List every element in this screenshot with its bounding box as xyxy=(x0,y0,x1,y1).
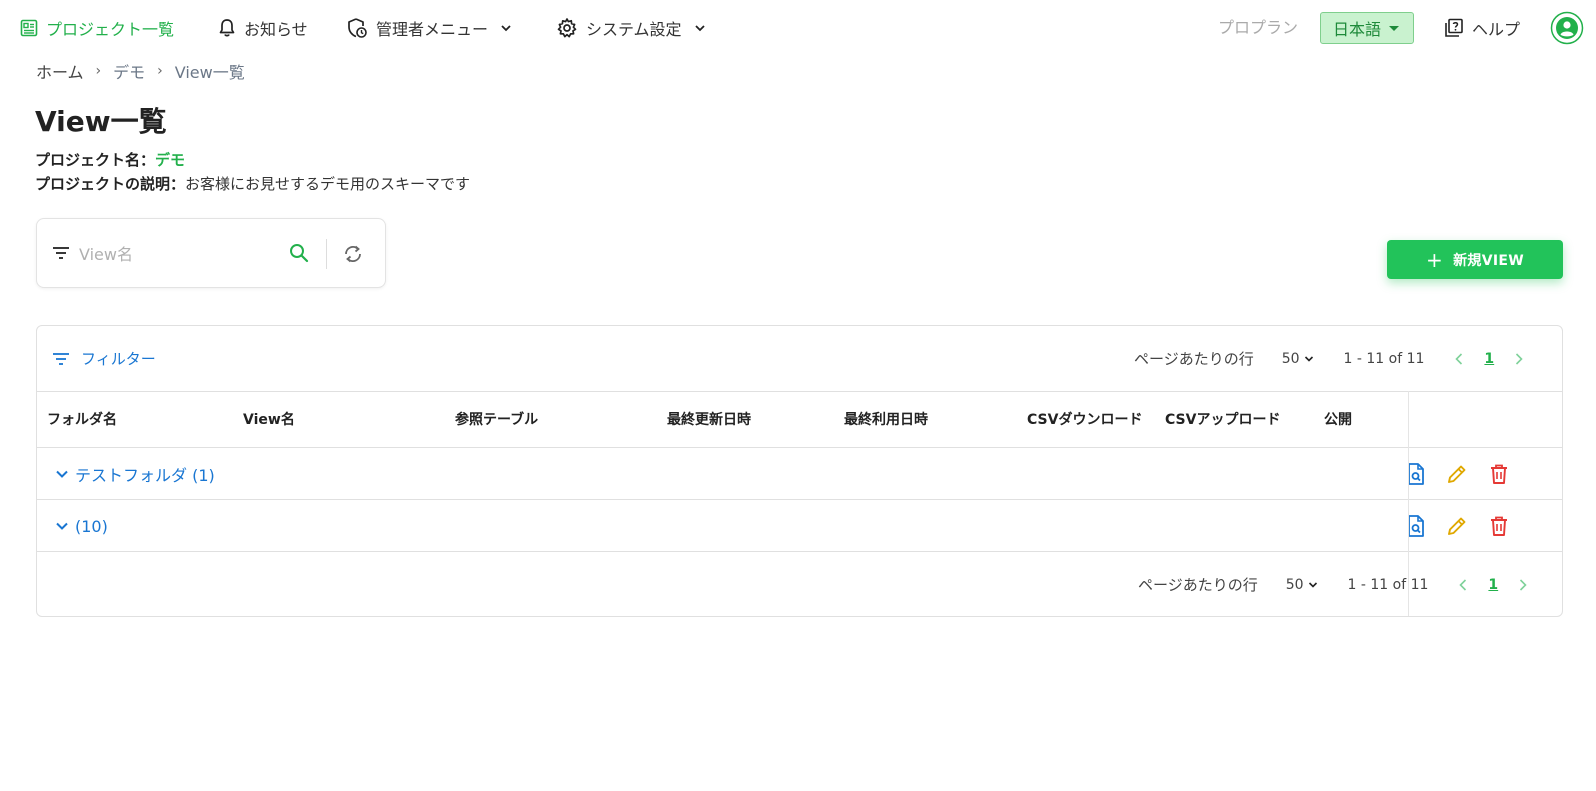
page-number-button[interactable]: 1 xyxy=(1488,577,1498,593)
rows-per-page-value: 50 xyxy=(1285,576,1304,593)
search-card xyxy=(36,218,386,288)
column-header-updated-at[interactable]: 最終更新日時 xyxy=(667,392,751,448)
project-name-label: プロジェクト名： xyxy=(35,151,156,169)
project-description-label: プロジェクトの説明： xyxy=(35,175,186,193)
plus-icon: + xyxy=(1426,247,1444,272)
column-header-last-used-at[interactable]: 最終利用日時 xyxy=(844,392,928,448)
chevron-left-icon[interactable] xyxy=(1454,352,1464,366)
table-group-row: テストフォルダ (1) xyxy=(37,448,1562,500)
chevron-down-icon xyxy=(694,25,705,32)
nav-projects-label: プロジェクト一覧 xyxy=(46,20,175,39)
project-description-value: お客様にお見せするデモ用のスキーマです xyxy=(185,175,471,193)
column-header-public[interactable]: 公開 xyxy=(1324,392,1352,448)
column-header-csv-download[interactable]: CSVダウンロード xyxy=(1027,392,1142,448)
nav-system-settings-label: システム設定 xyxy=(586,20,682,39)
pagination-top: ページあたりの行 50 1 - 11 of 11 1 xyxy=(1134,326,1524,391)
group-toggle[interactable]: テストフォルダ (1) xyxy=(55,448,215,500)
gear-icon xyxy=(557,18,577,38)
chevron-right-icon[interactable] xyxy=(1514,352,1524,366)
account-avatar-icon[interactable] xyxy=(1550,11,1584,45)
chevron-right-icon: › xyxy=(95,63,102,79)
nav-notifications-label: お知らせ xyxy=(244,20,308,39)
table-filter-label: フィルター xyxy=(81,350,156,368)
view-table: フィルター ページあたりの行 50 1 - 11 of 11 1 フォルダ名 V… xyxy=(36,325,1563,617)
group-label: (10) xyxy=(75,516,108,536)
help-book-icon xyxy=(1445,18,1463,37)
group-toggle[interactable]: (10) xyxy=(55,500,108,552)
rows-per-page-label: ページあたりの行 xyxy=(1134,350,1254,368)
nav-help-label: ヘルプ xyxy=(1472,20,1521,39)
filter-icon xyxy=(53,352,69,365)
delete-trash-icon[interactable] xyxy=(1487,462,1511,486)
page-number-button[interactable]: 1 xyxy=(1484,351,1494,367)
pagination-range: 1 - 11 of 11 xyxy=(1343,350,1425,367)
nav-admin-menu-label: 管理者メニュー xyxy=(376,20,489,39)
table-filter-button[interactable]: フィルター xyxy=(51,348,156,369)
new-view-button[interactable]: + 新規VIEW xyxy=(1387,240,1563,279)
rows-per-page-label: ページあたりの行 xyxy=(1138,576,1258,594)
chevron-down-icon xyxy=(56,522,68,530)
project-name-value: デモ xyxy=(155,151,186,169)
top-nav-bar: プロジェクト一覧 お知らせ 管理者メニュー システム設定 プロプラン 日本語 ヘ… xyxy=(0,0,1596,56)
dashboard-icon xyxy=(20,19,38,37)
edit-pencil-icon[interactable] xyxy=(1445,514,1469,538)
chevron-down-icon xyxy=(1308,581,1317,588)
rows-per-page-select[interactable]: 50 xyxy=(1286,577,1318,593)
chevron-down-icon xyxy=(1304,355,1313,362)
nav-admin-menu[interactable]: 管理者メニュー xyxy=(346,14,512,42)
refresh-icon[interactable] xyxy=(341,242,365,266)
nav-help-link[interactable]: ヘルプ xyxy=(1444,14,1520,42)
search-icon[interactable] xyxy=(288,242,310,264)
chevron-right-icon[interactable] xyxy=(1518,578,1528,592)
pagination-bottom: ページあたりの行 50 1 - 11 of 11 1 xyxy=(1138,552,1528,617)
column-header-folder[interactable]: フォルダ名 xyxy=(47,392,117,448)
chevron-left-icon[interactable] xyxy=(1458,578,1468,592)
column-header-view-name[interactable]: View名 xyxy=(243,392,295,448)
table-group-row: (10) xyxy=(37,500,1562,552)
caret-down-icon xyxy=(1389,25,1400,31)
table-toolbar: フィルター ページあたりの行 50 1 - 11 of 11 1 xyxy=(37,326,1562,391)
table-header: フォルダ名 View名 参照テーブル 最終更新日時 最終利用日時 CSVダウンロ… xyxy=(37,391,1562,448)
rows-per-page-select[interactable]: 50 xyxy=(1282,351,1314,367)
delete-trash-icon[interactable] xyxy=(1487,514,1511,538)
language-label: 日本語 xyxy=(1333,20,1382,39)
language-selector[interactable]: 日本語 xyxy=(1320,12,1414,44)
rows-per-page-value: 50 xyxy=(1281,350,1300,367)
chevron-down-icon xyxy=(56,470,68,478)
plan-label: プロプラン xyxy=(1218,18,1299,37)
nav-notifications-link[interactable]: お知らせ xyxy=(218,14,308,42)
nav-projects-link[interactable]: プロジェクト一覧 xyxy=(20,14,174,42)
bell-icon xyxy=(219,19,235,37)
edit-pencil-icon[interactable] xyxy=(1445,462,1469,486)
view-name-search-input[interactable] xyxy=(79,239,279,269)
breadcrumb-home[interactable]: ホーム xyxy=(36,59,84,83)
project-description-line: プロジェクトの説明：お客様にお見せするデモ用のスキーマです xyxy=(35,173,470,194)
admin-shield-icon xyxy=(348,18,367,38)
nav-system-settings-menu[interactable]: システム設定 xyxy=(556,14,706,42)
new-view-label: 新規VIEW xyxy=(1453,252,1524,269)
search-divider xyxy=(326,239,327,269)
chevron-down-icon xyxy=(501,25,511,32)
group-label: テストフォルダ (1) xyxy=(75,466,215,485)
column-header-csv-upload[interactable]: CSVアップロード xyxy=(1165,392,1280,448)
pagination-range: 1 - 11 of 11 xyxy=(1347,576,1429,593)
chevron-right-icon: › xyxy=(157,63,163,79)
filter-icon xyxy=(53,247,69,259)
page-title: View一覧 xyxy=(35,105,167,138)
breadcrumb-project[interactable]: デモ xyxy=(113,59,145,83)
column-header-ref-table[interactable]: 参照テーブル xyxy=(455,392,538,448)
breadcrumb: ホーム › デモ › View一覧 xyxy=(36,58,245,84)
breadcrumb-view-list: View一覧 xyxy=(174,63,245,82)
project-name-line: プロジェクト名：デモ xyxy=(35,149,185,170)
